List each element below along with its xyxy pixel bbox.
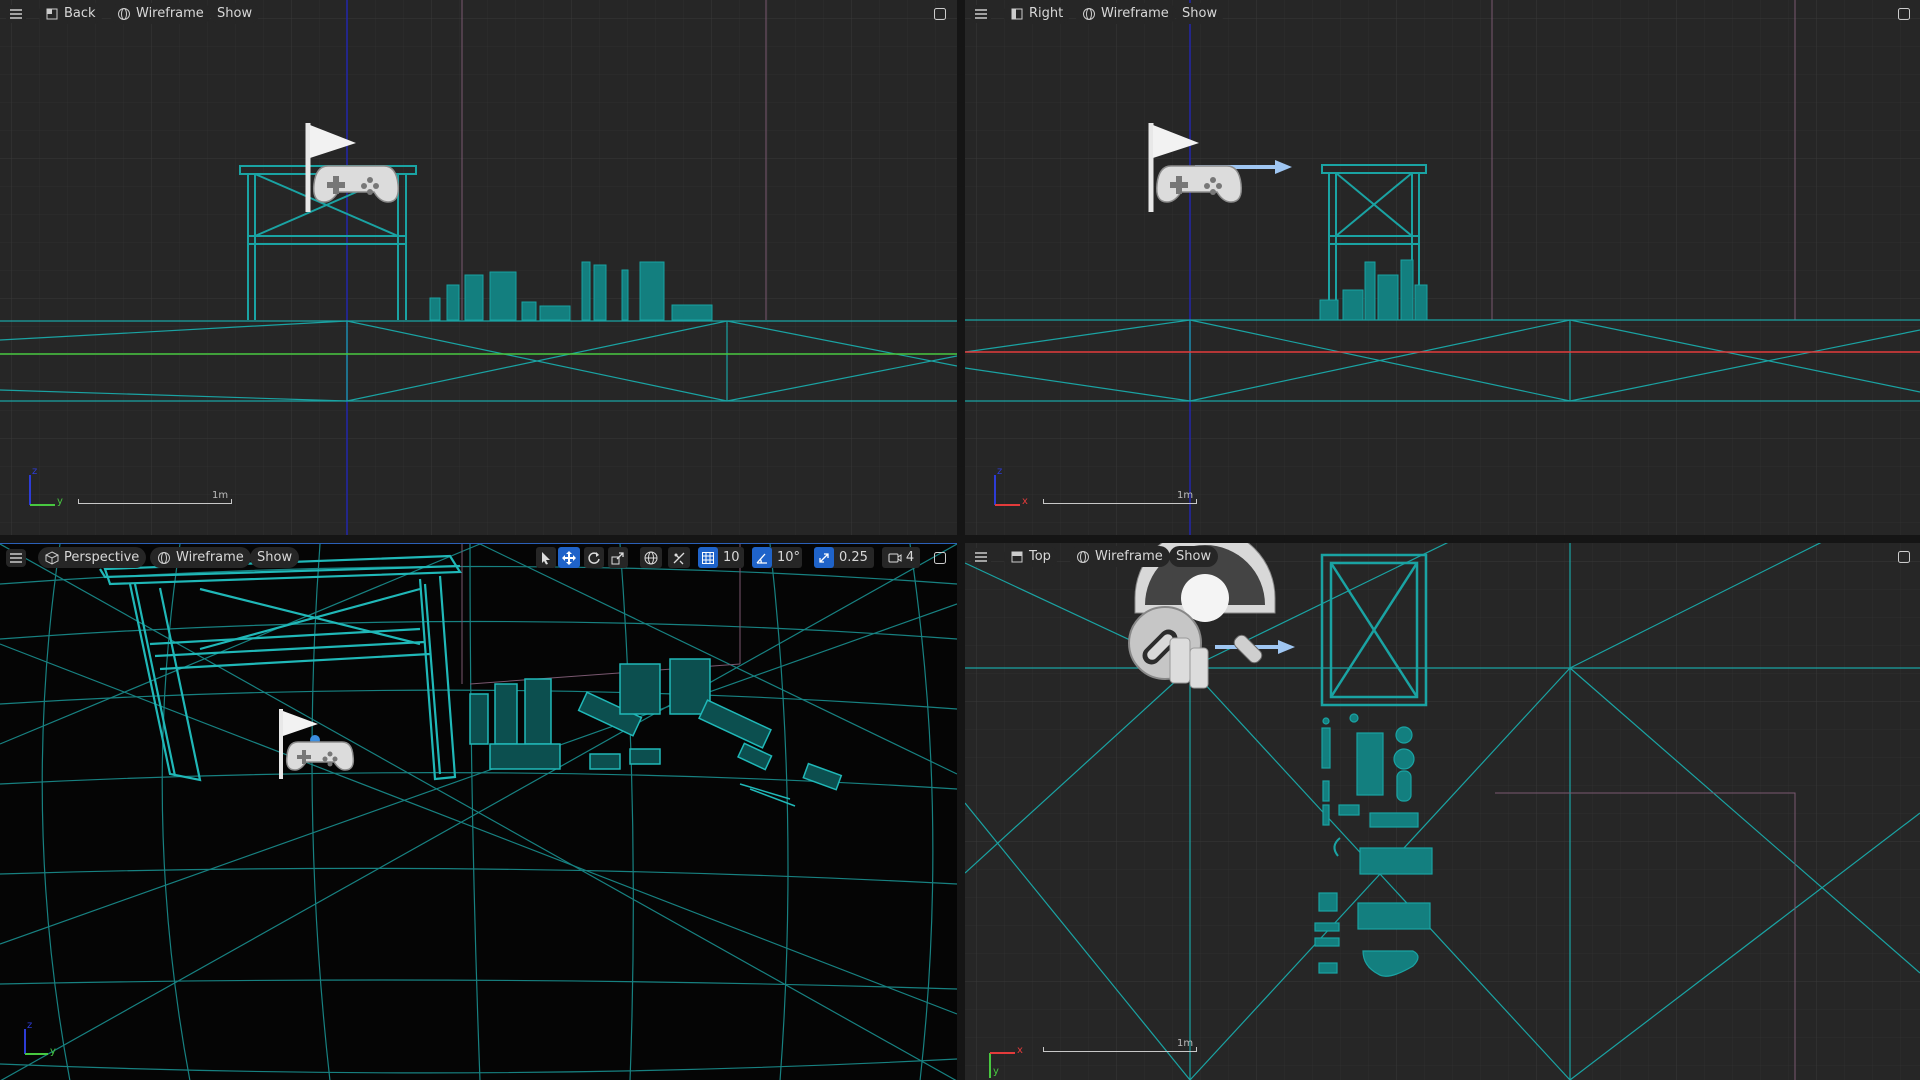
top-viewport-menu-button[interactable] <box>971 548 991 566</box>
perspective-viewport-scene <box>0 544 957 1080</box>
perspective-viewport-toolbar: Perspective Wireframe Show 10 10° 0.25 4 <box>0 544 957 572</box>
back-show-label: Show <box>217 6 253 21</box>
grid-snap-toggle-button[interactable]: 10 <box>698 547 744 568</box>
right-viewport-menu-button[interactable] <box>971 5 991 23</box>
back-scale-label: 1m <box>212 490 229 501</box>
back-view-type-button[interactable]: Back <box>38 3 103 24</box>
viewport-right[interactable]: z x 1m Right Wireframe Show <box>965 0 1920 535</box>
perspective-view-mode-button[interactable]: Wireframe <box>150 547 251 568</box>
hamburger-icon <box>975 9 987 19</box>
scale-snap-icon <box>819 552 829 563</box>
viewport-top[interactable]: x y 1m Top Wireframe Show <box>965 543 1920 1080</box>
scale-snap-value: 0.25 <box>839 550 868 565</box>
perspective-show-button[interactable]: Show <box>250 547 300 568</box>
hamburger-icon <box>10 9 22 19</box>
wireframe-sphere-icon <box>1077 550 1089 563</box>
right-view-type-button[interactable]: Right <box>1003 3 1071 24</box>
back-viewport-toolbar: Back Wireframe Show <box>0 0 957 28</box>
right-axis-z-label: z <box>997 466 1003 477</box>
perspective-viewport-menu-button[interactable] <box>6 549 26 567</box>
right-viewport-scene <box>965 0 1920 535</box>
perspective-view-type-label: Perspective <box>64 550 140 565</box>
hamburger-icon <box>975 552 987 562</box>
maximize-icon <box>934 552 946 564</box>
wireframe-sphere-icon <box>158 551 170 564</box>
perspective-axis-z-label: z <box>27 1020 33 1031</box>
ortho-view-icon <box>1011 8 1023 19</box>
back-view-mode-label: Wireframe <box>136 6 204 21</box>
right-view-mode-button[interactable]: Wireframe <box>1075 3 1176 24</box>
perspective-axis-y-label: y <box>50 1046 56 1057</box>
back-maximize-button[interactable] <box>931 5 949 23</box>
top-view-type-button[interactable]: Top <box>1003 546 1058 567</box>
right-viewport-toolbar: Right Wireframe Show <box>965 0 1920 28</box>
back-axis-y-label: y <box>57 496 63 507</box>
right-view-mode-label: Wireframe <box>1101 6 1169 21</box>
top-show-label: Show <box>1176 549 1212 564</box>
back-axis-z-label: z <box>32 466 38 477</box>
grid-snap-value: 10 <box>723 550 740 565</box>
perspective-cube-icon <box>45 550 59 565</box>
top-scale-label: 1m <box>1177 1038 1194 1049</box>
back-view-mode-button[interactable]: Wireframe <box>110 3 211 24</box>
top-view-type-label: Top <box>1029 549 1051 564</box>
top-axis-y-label: y <box>993 1066 999 1077</box>
move-arrows-icon <box>562 550 576 565</box>
grid-snap-icon <box>702 551 714 564</box>
back-viewport-menu-button[interactable] <box>6 5 26 23</box>
translate-tool-button[interactable] <box>558 547 580 568</box>
hamburger-icon <box>10 553 22 563</box>
wireframe-sphere-icon <box>1083 7 1095 20</box>
perspective-player-start-icon <box>279 709 355 779</box>
top-view-mode-label: Wireframe <box>1095 549 1163 564</box>
maximize-icon <box>934 8 946 20</box>
world-local-toggle-button[interactable] <box>640 547 662 568</box>
top-maximize-button[interactable] <box>1895 548 1913 566</box>
right-maximize-button[interactable] <box>1895 5 1913 23</box>
rotate-icon <box>588 551 600 564</box>
perspective-maximize-button[interactable] <box>931 549 949 567</box>
viewport-back[interactable]: z y 1m Back Wireframe Show <box>0 0 957 535</box>
top-show-button[interactable]: Show <box>1169 546 1219 567</box>
right-show-button[interactable]: Show <box>1175 3 1225 24</box>
perspective-show-label: Show <box>257 550 293 565</box>
rotate-tool-button[interactable] <box>584 547 604 568</box>
perspective-view-mode-label: Wireframe <box>176 550 244 565</box>
maximize-icon <box>1898 8 1910 20</box>
angle-snap-icon <box>756 553 767 564</box>
top-axis-x-label: x <box>1017 1045 1023 1056</box>
scale-icon <box>611 551 624 564</box>
right-show-label: Show <box>1182 6 1218 21</box>
maximize-icon <box>1898 551 1910 563</box>
globe-icon <box>644 551 658 564</box>
scale-snap-toggle-button[interactable]: 0.25 <box>814 547 874 568</box>
cursor-arrow-icon <box>542 551 550 564</box>
right-scale-label: 1m <box>1177 490 1194 501</box>
scale-tool-button[interactable] <box>608 547 628 568</box>
camera-speed-value: 4 <box>905 550 915 565</box>
right-view-type-label: Right <box>1029 6 1064 21</box>
rotation-snap-value: 10° <box>777 550 801 565</box>
top-viewport-scene <box>965 543 1920 1080</box>
back-view-type-label: Back <box>64 6 96 21</box>
select-tool-button[interactable] <box>536 547 556 568</box>
top-view-mode-button[interactable]: Wireframe <box>1069 546 1170 567</box>
top-viewport-toolbar: Top Wireframe Show <box>965 543 1920 571</box>
camera-icon <box>888 553 902 562</box>
right-axis-x-label: x <box>1022 496 1028 507</box>
wireframe-sphere-icon <box>118 7 130 20</box>
camera-speed-button[interactable]: 4 <box>882 547 920 568</box>
ortho-view-icon <box>46 8 58 19</box>
surface-snap-icon <box>673 552 685 564</box>
surface-snap-button[interactable] <box>668 547 690 568</box>
back-show-button[interactable]: Show <box>210 3 260 24</box>
viewport-perspective[interactable]: z y Perspective Wireframe Show 10 10° 0.… <box>0 543 957 1080</box>
perspective-view-type-button[interactable]: Perspective <box>38 547 147 568</box>
rotation-snap-toggle-button[interactable]: 10° <box>752 547 802 568</box>
back-viewport-scene <box>0 0 957 535</box>
ortho-view-icon <box>1011 551 1023 562</box>
